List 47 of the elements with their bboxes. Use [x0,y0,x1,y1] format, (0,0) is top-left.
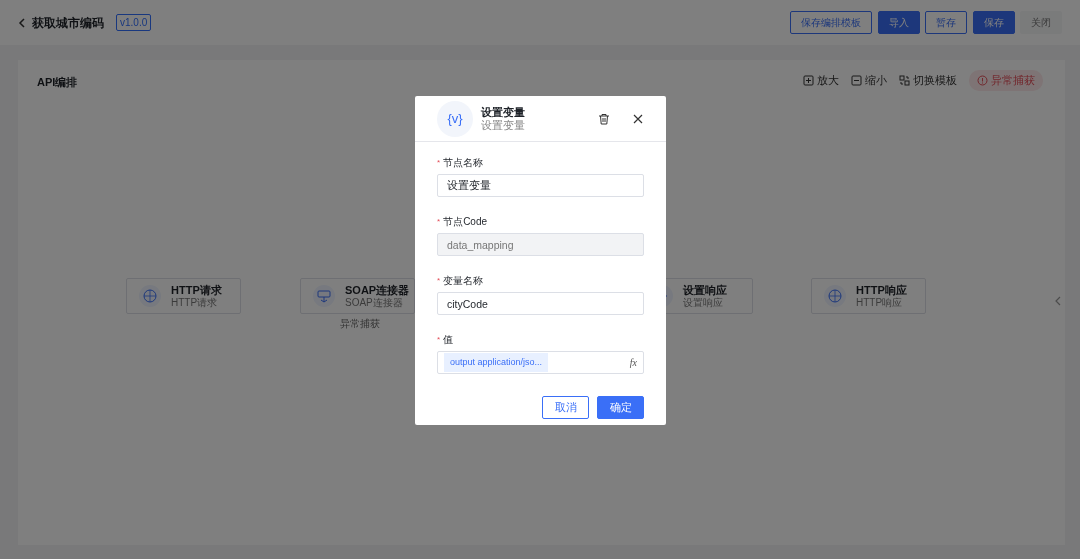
fx-icon[interactable]: fx [629,355,637,370]
node-title: HTTP请求 [171,283,222,297]
version-tag: v1.0.0 [116,14,152,31]
zoom-in-icon [803,74,814,86]
flow-node[interactable]: HTTP请求 HTTP请求 [126,278,241,314]
soap-node-icon [313,285,335,307]
variable-icon: {v} [437,100,473,137]
required-mark: * [437,157,441,169]
expression-tag: output application/jso... [444,352,549,373]
back-icon[interactable] [18,17,26,28]
cancel-button[interactable]: 取消 [542,396,589,419]
required-mark: * [437,334,441,346]
flow-node[interactable]: SOAP连接器 SOAP连接器 [300,278,415,314]
input-field[interactable]: cityCode [437,292,644,315]
close-icon[interactable] [632,112,644,125]
field-label: 值 [443,333,454,347]
zoom-out-icon [851,74,862,86]
field-label: 节点名称 [443,156,484,170]
http-node-icon [139,285,161,307]
node-title: 设置响应 [683,283,727,297]
node-title: SOAP连接器 [345,283,410,297]
tool-label[interactable]: 切换模板 [913,72,957,89]
field-label: 节点Code [443,215,488,229]
header-button[interactable]: 暂存 [925,11,967,34]
input-field[interactable]: 设置变量 [437,174,644,197]
header-button[interactable]: 保存编排模板 [790,11,872,34]
node-title: HTTP响应 [856,283,907,297]
node-caption: 异常捕获 [340,317,380,331]
page-title: 获取城市编码 [32,14,104,32]
confirm-button[interactable]: 确定 [597,396,644,419]
switch-icon [899,74,910,86]
trash-icon[interactable] [598,112,610,125]
field-label: 变量名称 [443,274,484,288]
alert-icon [977,74,988,86]
node-subtitle: HTTP请求 [171,296,219,309]
tool-label[interactable]: 缩小 [865,72,887,89]
node-subtitle: SOAP连接器 [345,296,404,309]
dialog-title: 设置变量 [481,105,526,119]
expression-field[interactable]: output application/jso... fx [437,351,644,374]
required-mark: * [437,275,441,287]
tool-label[interactable]: 放大 [817,72,839,89]
http-node-icon [824,285,846,307]
header-button[interactable]: 导入 [877,11,920,34]
required-mark: * [437,216,441,228]
canvas-title: API编排 [37,75,78,90]
header-button[interactable]: 保存 [972,11,1015,34]
dialog-subtitle: 设置变量 [481,119,526,132]
